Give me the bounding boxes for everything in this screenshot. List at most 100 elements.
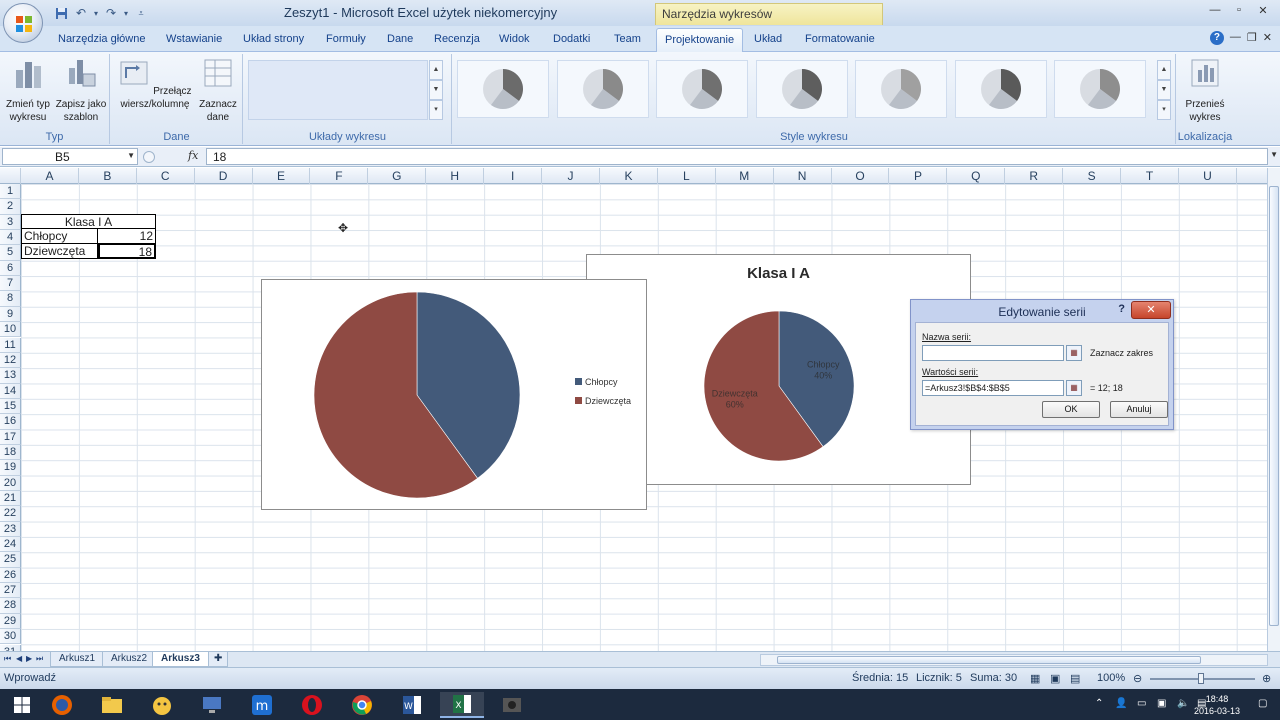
data-label-category[interactable]: Dziewczęta	[712, 388, 758, 398]
table-header-cell[interactable]: Klasa I A	[21, 214, 156, 229]
column-header-g[interactable]: G	[368, 168, 427, 184]
row-header-26[interactable]: 26	[0, 567, 21, 584]
styles-gallery-scroll[interactable]: ▲ ▼ ▾	[1157, 60, 1171, 120]
start-button[interactable]	[0, 692, 44, 718]
change-chart-type-button[interactable]: Zmień typ wykresu	[2, 56, 54, 124]
column-header-q[interactable]: Q	[947, 168, 1006, 184]
chart-style-thumb-4[interactable]	[755, 60, 848, 118]
recorder-app-icon[interactable]	[490, 692, 534, 718]
column-header-p[interactable]: P	[890, 168, 948, 184]
column-header-o[interactable]: O	[832, 168, 890, 184]
zoom-out-icon[interactable]: ⊖	[1133, 672, 1142, 685]
office-button[interactable]	[3, 3, 43, 43]
layouts-gallery-scroll[interactable]: ▲ ▼ ▾	[429, 60, 443, 120]
column-header-m[interactable]: M	[716, 168, 774, 184]
row-header-27[interactable]: 27	[0, 583, 21, 599]
chart-style-thumb-3[interactable]	[656, 60, 748, 118]
column-header-b[interactable]: B	[79, 168, 137, 184]
zoom-slider-knob[interactable]	[1198, 673, 1204, 684]
tray-network-icon[interactable]: ▭	[1137, 698, 1146, 709]
column-header-i[interactable]: I	[484, 168, 543, 184]
tab-uklad-strony[interactable]: Układ strony	[243, 33, 304, 45]
tab-team[interactable]: Team	[614, 33, 641, 45]
notifications-icon[interactable]: ▢	[1258, 698, 1267, 709]
row-header-20[interactable]: 20	[0, 475, 21, 491]
dialog-close-button[interactable]: ✕	[1131, 301, 1171, 319]
row-header-2[interactable]: 2	[0, 199, 21, 215]
row-header-5[interactable]: 5	[0, 245, 21, 261]
app-mascot-icon[interactable]	[140, 692, 184, 718]
chart-pie-legend[interactable]: Chłopcy Dziewczęta	[261, 279, 647, 510]
minimize-icon[interactable]: —	[1204, 2, 1226, 18]
last-sheet-icon[interactable]: ⏭	[36, 654, 43, 664]
chart-legend[interactable]: Chłopcy Dziewczęta	[575, 372, 631, 410]
row-header-1[interactable]: 1	[0, 184, 21, 200]
chart-style-thumb-1[interactable]	[457, 60, 549, 118]
select-all-corner[interactable]	[0, 168, 21, 184]
data-label-percent[interactable]: 60%	[726, 399, 744, 409]
row-header-4[interactable]: 4	[0, 230, 21, 246]
sheet-tab-arkusz3[interactable]: Arkusz3	[152, 652, 209, 667]
column-header-j[interactable]: J	[542, 168, 600, 184]
select-data-button[interactable]: Zaznacz dane	[195, 56, 241, 124]
close-icon[interactable]: ✕	[1252, 2, 1274, 18]
data-label-percent[interactable]: 40%	[814, 371, 832, 381]
customize-qat-icon[interactable]: ⩡	[132, 4, 150, 22]
row-header-16[interactable]: 16	[0, 414, 21, 430]
series-values-input[interactable]: =Arkusz3!$B$4:$B$5	[922, 380, 1064, 396]
series-name-input[interactable]	[922, 345, 1064, 361]
page-layout-view-icon[interactable]: ▣	[1050, 672, 1060, 685]
legend-item-chlopcy[interactable]: Chłopcy	[575, 372, 631, 391]
tab-projektowanie[interactable]: Projektowanie	[656, 28, 744, 53]
column-header-d[interactable]: D	[195, 168, 253, 184]
move-chart-button[interactable]: Przenieś wykres	[1179, 56, 1231, 124]
column-header-a[interactable]: A	[21, 168, 79, 184]
column-header-f[interactable]: F	[311, 168, 369, 184]
column-header-h[interactable]: H	[426, 168, 485, 184]
word-icon[interactable]: W	[390, 692, 434, 718]
row-header-19[interactable]: 19	[0, 460, 21, 476]
row-header-21[interactable]: 21	[0, 491, 21, 507]
normal-view-icon[interactable]: ▦	[1030, 672, 1040, 685]
tab-dane[interactable]: Dane	[387, 33, 413, 45]
row-header-13[interactable]: 13	[0, 368, 21, 384]
sheet-tab-arkusz1[interactable]: Arkusz1	[50, 652, 105, 667]
legend-item-dziewczeta[interactable]: Dziewczęta	[575, 391, 631, 410]
help-icon[interactable]: ?	[1209, 31, 1224, 45]
sheet-tab-arkusz2[interactable]: Arkusz2	[102, 652, 157, 667]
tab-recenzja[interactable]: Recenzja	[434, 33, 480, 45]
chart-style-thumb-2[interactable]	[556, 60, 649, 118]
row-header-17[interactable]: 17	[0, 429, 21, 445]
taskbar-clock[interactable]: 18:48 2016-03-13	[1194, 693, 1240, 717]
row-header-7[interactable]: 7	[0, 276, 21, 292]
firefox-icon[interactable]	[40, 692, 84, 718]
data-label-category[interactable]: Chłopcy	[807, 360, 840, 370]
ribbon-close-icon[interactable]: ✕	[1263, 31, 1272, 45]
first-sheet-icon[interactable]: ⏮	[4, 654, 11, 664]
column-header-k[interactable]: K	[600, 168, 658, 184]
tab-uklad[interactable]: Układ	[754, 33, 782, 45]
maximize-icon[interactable]: ▫	[1228, 2, 1250, 18]
row-header-23[interactable]: 23	[0, 521, 21, 538]
column-header-n[interactable]: N	[774, 168, 832, 184]
prev-sheet-icon[interactable]: ◀	[16, 654, 22, 663]
chrome-icon[interactable]	[340, 692, 384, 718]
dialog-help-icon[interactable]: ?	[1118, 303, 1125, 315]
tray-volume-icon[interactable]: 🔈	[1177, 698, 1189, 709]
tab-formatowanie[interactable]: Formatowanie	[805, 33, 875, 45]
vertical-scroll-thumb[interactable]	[1269, 186, 1279, 626]
tray-person-icon[interactable]: 👤	[1115, 698, 1127, 709]
tab-wstawianie[interactable]: Wstawianie	[166, 33, 222, 45]
column-header-r[interactable]: R	[1005, 168, 1064, 184]
cell-a4[interactable]: Chłopcy	[21, 229, 98, 244]
computer-icon[interactable]	[190, 692, 234, 718]
row-header-14[interactable]: 14	[0, 383, 21, 399]
maxthon-icon[interactable]: m	[240, 692, 284, 718]
vertical-scrollbar[interactable]	[1267, 168, 1280, 651]
tab-formuly[interactable]: Formuły	[326, 33, 366, 45]
column-header-u[interactable]: U	[1179, 168, 1237, 184]
chart-style-thumb-7[interactable]	[1054, 60, 1146, 118]
zoom-level[interactable]: 100%	[1097, 672, 1125, 684]
row-header-29[interactable]: 29	[0, 613, 21, 630]
row-header-30[interactable]: 30	[0, 629, 21, 645]
